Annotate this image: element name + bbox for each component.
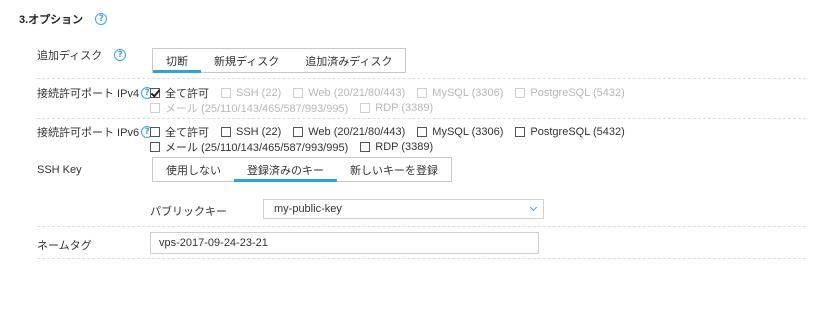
checkbox-icon (150, 102, 160, 113)
disk-label: 追加ディスク (37, 50, 103, 62)
ipv4-port-options: 全て許可 SSH (22) Web (20/21/80/443) MySQL (… (150, 85, 637, 115)
checkbox-icon[interactable] (221, 126, 231, 137)
checkbox-icon (417, 87, 428, 98)
checkbox-icon (360, 102, 371, 113)
question-circle-icon[interactable]: ? (95, 13, 108, 25)
ssh-row-label: SSH Key (37, 164, 82, 176)
ipv4-postgresql-checkbox: PostgreSQL (5432) (515, 87, 625, 99)
tab-disk-existing[interactable]: 追加済みディスク (292, 49, 405, 72)
disk-row-label: 追加ディスク ? (37, 47, 127, 63)
divider (37, 258, 806, 259)
divider (37, 78, 806, 79)
ipv4-web-checkbox: Web (20/21/80/443) (293, 87, 405, 99)
checkbox-icon (293, 87, 304, 98)
ipv6-mail-checkbox[interactable]: メール (25/110/143/465/587/993/995) (150, 139, 348, 155)
checkbox-icon[interactable] (150, 141, 160, 152)
divider (37, 226, 806, 227)
ipv6-web-checkbox[interactable]: Web (20/21/80/443) (293, 126, 405, 138)
tab-disk-new[interactable]: 新規ディスク (201, 49, 292, 72)
ipv4-mysql-checkbox: MySQL (3306) (417, 87, 503, 99)
chevron-down-icon[interactable] (529, 203, 538, 212)
section-header: 3.オプション ? (19, 11, 108, 27)
question-circle-icon[interactable]: ? (114, 49, 127, 61)
name-tag-input[interactable] (150, 232, 539, 254)
ipv4-row-label: 接続許可ポート IPv4 ? (37, 85, 154, 101)
ipv6-mysql-checkbox[interactable]: MySQL (3306) (417, 126, 503, 138)
ipv6-allow-all-checkbox[interactable]: 全て許可 (150, 124, 209, 140)
ipv4-ssh-checkbox: SSH (22) (221, 87, 281, 99)
tab-ssh-new[interactable]: 新しいキーを登録 (337, 158, 451, 181)
checkbox-checked-icon[interactable] (150, 87, 160, 98)
ipv6-row-label: 接続許可ポート IPv6 ? (37, 124, 154, 140)
tab-ssh-registered[interactable]: 登録済みのキー (234, 158, 337, 182)
ipv4-rdp-checkbox: RDP (3389) (360, 102, 433, 114)
ipv6-port-options: 全て許可 SSH (22) Web (20/21/80/443) MySQL (… (150, 124, 637, 154)
checkbox-icon[interactable] (515, 126, 526, 137)
ipv6-rdp-checkbox[interactable]: RDP (3389) (360, 141, 433, 153)
ipv6-ssh-checkbox[interactable]: SSH (22) (221, 126, 281, 138)
checkbox-icon[interactable] (417, 126, 428, 137)
name-tag-label: ネームタグ (37, 240, 92, 252)
tab-ssh-none[interactable]: 使用しない (153, 158, 234, 181)
checkbox-icon[interactable] (150, 126, 160, 137)
checkbox-icon[interactable] (293, 126, 304, 137)
options-section: 3.オプション ? 追加ディスク ? 切断 新規ディスク 追加済みディスク 接続… (0, 0, 816, 329)
public-key-selected-value: my-public-key (274, 203, 342, 215)
name-tag-row-label: ネームタグ (37, 237, 92, 253)
tab-disk-disconnect[interactable]: 切断 (153, 49, 201, 73)
ssh-tab-group: 使用しない 登録済みのキー 新しいキーを登録 (152, 157, 452, 182)
ipv4-allow-all-checkbox[interactable]: 全て許可 (150, 85, 209, 101)
disk-tab-group: 切断 新規ディスク 追加済みディスク (152, 48, 407, 73)
ipv4-mail-checkbox: メール (25/110/143/465/587/993/995) (150, 100, 348, 116)
section-title: 3.オプション (19, 14, 84, 26)
public-key-select[interactable]: my-public-key (263, 199, 544, 219)
checkbox-icon[interactable] (360, 141, 371, 152)
checkbox-icon (515, 87, 526, 98)
divider (37, 118, 806, 119)
ipv6-postgresql-checkbox[interactable]: PostgreSQL (5432) (515, 126, 625, 138)
ipv4-label: 接続許可ポート IPv4 (37, 88, 140, 100)
public-key-label: パブリックキー (150, 206, 227, 218)
ipv6-label: 接続許可ポート IPv6 (37, 127, 140, 139)
checkbox-icon (221, 87, 231, 98)
ssh-label: SSH Key (37, 164, 82, 176)
